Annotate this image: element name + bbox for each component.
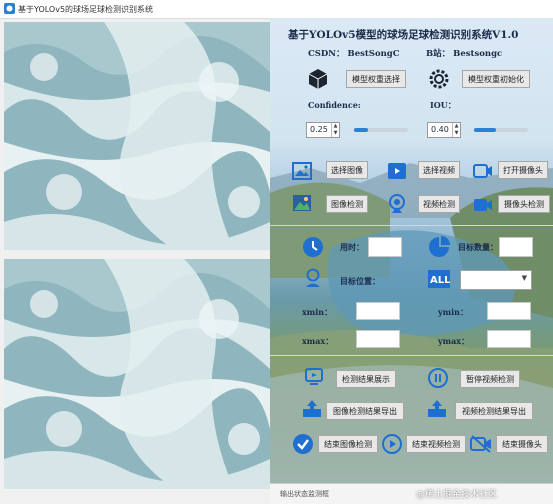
export-icon [428, 400, 446, 417]
confidence-spinbox[interactable]: 0.25 ▲ ▼ [306, 122, 340, 138]
export-image-results-button[interactable]: 图像检测结果导出 [326, 402, 404, 420]
position-label: 目标位置： [340, 276, 380, 286]
control-panel: 基于YOLOv5模型的球场足球检测识别系统V1.0 CSDN： BestSong… [270, 18, 553, 504]
spin-arrows-icon[interactable]: ▲ ▼ [452, 123, 460, 137]
spin-arrows-icon[interactable]: ▲ ▼ [331, 123, 339, 137]
iou-spinbox[interactable]: 0.40 ▲ ▼ [427, 122, 461, 138]
webcam-icon [389, 194, 405, 213]
divider [270, 355, 553, 356]
xmax-label: xmax： [302, 336, 334, 346]
iou-slider-fill [474, 128, 496, 132]
end-video-detect-button[interactable]: 结束视频检测 [406, 435, 466, 453]
camera-detect-button[interactable]: 摄像头检测 [498, 195, 550, 213]
xmax-output [356, 330, 400, 348]
check-circle-icon [293, 434, 313, 454]
confidence-slider-fill [354, 128, 368, 132]
video-detect-button[interactable]: 视频检测 [418, 195, 460, 213]
end-image-detect-button[interactable]: 结束图像检测 [318, 435, 378, 453]
model-weight-init-button[interactable]: 模型权重初始化 [462, 70, 530, 88]
open-camera-button[interactable]: 打开摄像头 [498, 161, 548, 179]
result-image-view [4, 259, 270, 489]
chevron-down-icon: ▼ [521, 274, 527, 282]
ymin-output [487, 302, 531, 320]
cube-icon [308, 69, 328, 89]
gear-icon [429, 69, 449, 89]
video-camera-icon [474, 199, 492, 211]
image-detect-button[interactable]: 图像检测 [326, 195, 368, 213]
landscape-background [270, 163, 553, 504]
count-label: 目标数量： [458, 242, 498, 252]
original-image-view [4, 22, 270, 250]
iou-label: IOU： [430, 100, 456, 110]
display-icon [305, 368, 323, 385]
confidence-label: Confidence: [308, 100, 361, 110]
divider [270, 150, 553, 151]
time-output [368, 237, 402, 257]
window-titlebar: 基于YOLOv5的球场足球检测识别系统 [0, 0, 553, 19]
ymin-label: ymin： [438, 307, 468, 317]
camera-off-icon [470, 435, 491, 453]
confidence-value: 0.25 [310, 125, 328, 134]
csdn-label: CSDN： BestSongC [308, 49, 400, 59]
show-results-button[interactable]: 检测结果展示 [336, 370, 396, 388]
status-monitor-box: 输出状态监测框 @稀土掘金技术社区 [270, 483, 553, 504]
select-image-button[interactable]: 选择图像 [326, 161, 368, 179]
status-text: 输出状态监测框 [280, 490, 329, 498]
app-icon [4, 3, 15, 14]
pause-icon [428, 368, 448, 388]
iou-slider[interactable] [474, 128, 528, 132]
divider [270, 225, 553, 226]
map-pin-icon [306, 268, 320, 287]
svg-text:ALL: ALL [430, 275, 450, 286]
ymax-output [487, 330, 531, 348]
ymax-label: ymax： [438, 336, 470, 346]
export-video-results-button[interactable]: 视频检测结果导出 [455, 402, 533, 420]
model-weight-select-button[interactable]: 模型权重选择 [346, 70, 406, 88]
select-video-button[interactable]: 选择视频 [418, 161, 460, 179]
target-select-dropdown[interactable]: ▼ [460, 270, 532, 290]
xmin-output [356, 302, 400, 320]
pause-video-detect-button[interactable]: 暂停视频检测 [460, 370, 520, 388]
pie-chart-icon [429, 236, 450, 257]
window-title: 基于YOLOv5的球场足球检测识别系统 [18, 5, 154, 14]
image-icon [292, 162, 312, 180]
end-camera-button[interactable]: 结束摄像头 [496, 435, 548, 453]
bilibili-label: B站： Bestsongc [426, 49, 503, 59]
video-icon [388, 163, 406, 179]
count-output [499, 237, 533, 257]
video-stop-icon [382, 434, 402, 454]
landscape-image-icon [293, 195, 311, 211]
app-title: 基于YOLOv5模型的球场足球检测识别系统V1.0 [288, 29, 519, 41]
camera-icon [473, 164, 492, 178]
iou-value: 0.40 [431, 125, 449, 134]
watermark: @稀土掘金技术社区 [416, 490, 498, 500]
clock-icon [303, 237, 323, 257]
all-icon: ALL [428, 270, 450, 288]
xmin-label: xmin： [302, 307, 333, 317]
export-icon [303, 400, 321, 417]
time-label: 用时： [340, 242, 364, 252]
confidence-slider[interactable] [354, 128, 408, 132]
